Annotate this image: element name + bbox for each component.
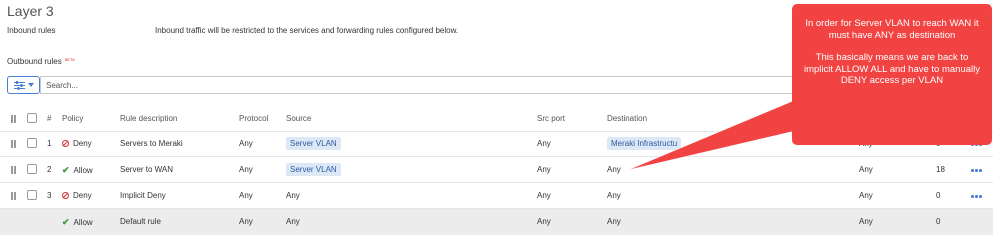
callout-text-2: This basically means we are back to impl…: [803, 52, 981, 86]
annotation-callout: In order for Server VLAN to reach WAN it…: [792, 4, 992, 145]
callout-text-1: In order for Server VLAN to reach WAN it…: [805, 18, 979, 41]
